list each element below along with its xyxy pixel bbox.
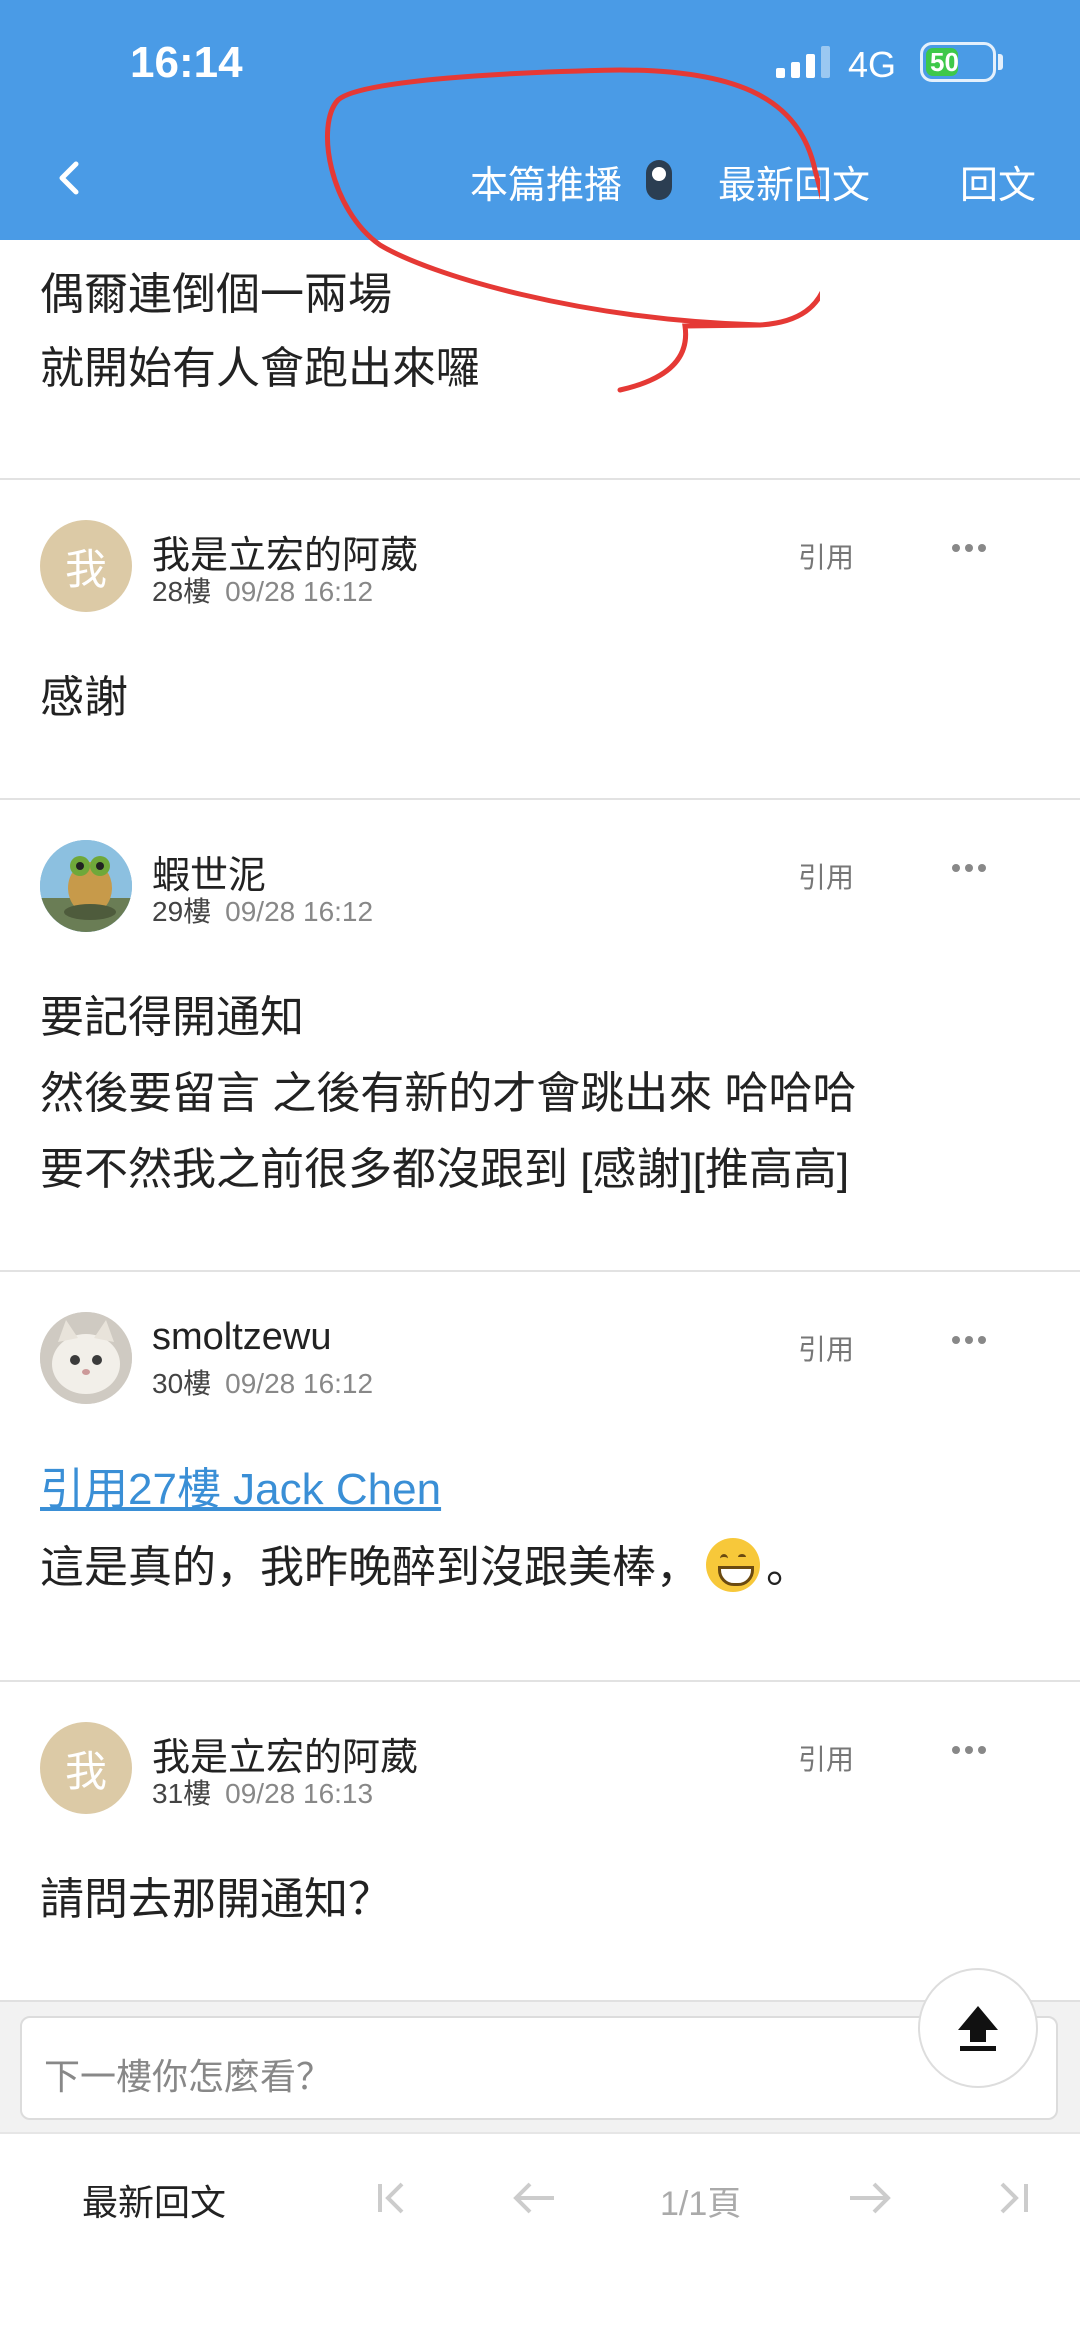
avatar[interactable]: [40, 840, 132, 932]
more-options-icon[interactable]: [952, 864, 986, 872]
more-options-icon[interactable]: [952, 544, 986, 552]
arrow-up-icon: [958, 2006, 998, 2051]
cat-avatar-icon: [40, 1312, 132, 1404]
post-body-line: 請問去那開通知？: [40, 1875, 392, 1924]
prev-page-icon[interactable]: [510, 2176, 558, 2220]
push-notify-label: 本篇推播: [470, 165, 623, 207]
floor-number: 31樓: [152, 1778, 212, 1809]
latest-reply-button[interactable]: 最新回文: [718, 154, 870, 209]
divider: [0, 1680, 1080, 1682]
more-options-icon[interactable]: [952, 1336, 986, 1344]
partial-line-1: 偶爾連倒個一兩場: [40, 270, 392, 319]
more-options-icon[interactable]: [952, 1746, 986, 1754]
battery-icon: 50: [920, 42, 996, 82]
bottom-nav: 最新回文 1/1頁: [0, 2132, 1080, 2337]
post-body-line: 感謝: [40, 673, 128, 722]
post-body-line: 要不然我之前很多都沒跟到 [感謝][推高高]: [40, 1145, 850, 1194]
divider: [0, 1270, 1080, 1272]
floor-number: 29樓: [152, 896, 212, 927]
battery-tip: [998, 54, 1003, 70]
last-page-icon[interactable]: [986, 2176, 1034, 2220]
post-body-line: 然後要留言 之後有新的才會跳出來 哈哈哈: [40, 1069, 857, 1118]
reply-input[interactable]: 下一樓你怎麼看？: [20, 2016, 1058, 2120]
floor-number: 28樓: [152, 576, 212, 607]
floor-number: 30樓: [152, 1368, 212, 1399]
scroll-top-button[interactable]: [918, 1968, 1038, 2088]
grin-emoji-icon: [706, 1538, 760, 1592]
battery-level: 50: [926, 48, 959, 76]
quote-reference-link[interactable]: 引用27樓 Jack Chen: [40, 1465, 441, 1514]
quote-button[interactable]: 引用: [798, 856, 854, 896]
quote-button[interactable]: 引用: [798, 1738, 854, 1778]
back-button[interactable]: [50, 150, 90, 206]
partial-line-2: 就開始有人會跑出來囉: [40, 344, 480, 393]
reply-button[interactable]: 回文: [960, 154, 1036, 209]
quote-button[interactable]: 引用: [798, 1328, 854, 1368]
signal-icon: [776, 46, 830, 78]
avatar[interactable]: [40, 1312, 132, 1404]
chevron-left-icon: [59, 161, 79, 195]
avatar[interactable]: 我: [40, 520, 132, 612]
push-notify-toggle[interactable]: [646, 160, 672, 200]
status-time: 16:14: [130, 38, 243, 87]
bottom-latest-reply-button[interactable]: 最新回文: [82, 2174, 226, 2226]
post-time: 09/28 16:13: [225, 1778, 374, 1809]
first-page-icon[interactable]: [372, 2176, 420, 2220]
post-body-line: 要記得開通知: [40, 993, 304, 1042]
post-time: 09/28 16:12: [225, 1368, 374, 1399]
divider: [0, 478, 1080, 480]
next-page-icon[interactable]: [846, 2176, 894, 2220]
page-indicator[interactable]: 1/1頁: [660, 2176, 741, 2225]
app-header: 16:14 4G 50 本篇推播 最新回文 回文: [0, 0, 1080, 240]
quote-button[interactable]: 引用: [798, 536, 854, 576]
avatar[interactable]: 我: [40, 1722, 132, 1814]
post-time: 09/28 16:12: [225, 576, 374, 607]
post-time: 09/28 16:12: [225, 896, 374, 927]
frog-avatar-icon: [40, 840, 132, 932]
network-type: 4G: [848, 44, 897, 85]
divider: [0, 798, 1080, 800]
author-name[interactable]: smoltzewu: [152, 1316, 332, 1359]
post-body-line: 這是真的，我昨晚醉到沒跟美棒，。: [40, 1530, 810, 1606]
